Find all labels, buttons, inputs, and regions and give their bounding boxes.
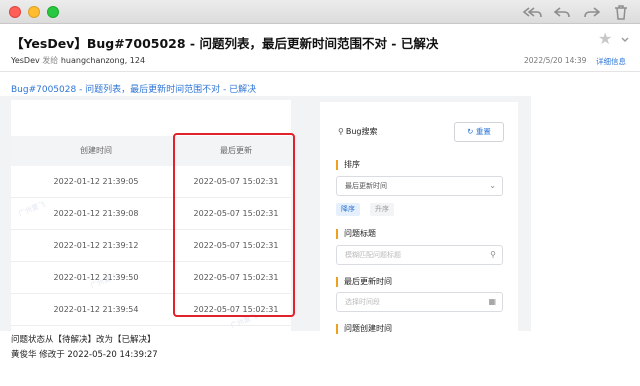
highlight-box	[173, 133, 295, 317]
created-time-label: 问题创建时间	[336, 324, 392, 334]
updated-time-placeholder: 选择时间段	[345, 298, 380, 306]
status-change-text: 问题状态从【待解决】改为【已解决】	[11, 335, 156, 345]
trash-icon[interactable]	[610, 3, 632, 21]
search-title: ⚲ Bug搜索	[338, 126, 378, 137]
reply-icon[interactable]	[551, 3, 573, 21]
sender-line: YesDev 发给 huangchanzong, 124	[11, 55, 145, 66]
sender-name[interactable]: YesDev	[11, 56, 40, 65]
cell-created: 2022-01-12 21:39:12	[11, 230, 181, 262]
sort-label: 排序	[336, 160, 360, 170]
details-link[interactable]: 详细信息	[596, 56, 626, 67]
reply-all-icon[interactable]	[521, 3, 543, 21]
reset-label: 重置	[475, 127, 491, 136]
bug-search-panel: ⚲ Bug搜索 ↻ 重置 排序 最后更新时间 ⌄ 降序 升序 问题标题 模糊匹配问…	[320, 102, 518, 334]
bug-link[interactable]: Bug#7005028 - 问题列表，最后更新时间范围不对 - 已解决	[11, 82, 256, 95]
close-window-button[interactable]	[9, 6, 21, 18]
cell-created: 2022-01-12 21:39:50	[11, 262, 181, 294]
calendar-icon: ▦	[488, 297, 496, 306]
order-asc-button[interactable]: 升序	[370, 203, 394, 216]
search-icon: ⚲	[338, 127, 344, 136]
issue-title-label: 问题标题	[336, 229, 376, 239]
divider	[0, 71, 640, 72]
cell-created: 2022-01-12 21:39:08	[11, 198, 181, 230]
issue-title-input[interactable]: 模糊匹配问题标题 ⚲	[336, 245, 503, 265]
window-titlebar	[0, 0, 640, 24]
sent-to-label: 发给	[42, 56, 59, 65]
forward-icon[interactable]	[581, 3, 603, 21]
sort-select[interactable]: 最后更新时间 ⌄	[336, 176, 503, 196]
modified-by-text: 黄俊华 修改于 2022-05-20 14:39:27	[11, 350, 158, 360]
updated-time-label: 最后更新时间	[336, 277, 392, 287]
updated-time-picker[interactable]: 选择时间段 ▦	[336, 292, 503, 312]
cell-created: 2022-01-12 21:39:05	[11, 166, 181, 198]
order-desc-button[interactable]: 降序	[336, 203, 360, 216]
minimize-window-button[interactable]	[28, 6, 40, 18]
chevron-down-icon[interactable]	[620, 30, 630, 49]
mail-date: 2022/5/20 14:39	[524, 56, 587, 65]
issue-title-placeholder: 模糊匹配问题标题	[345, 251, 401, 259]
chevron-down-icon: ⌄	[489, 181, 496, 190]
cell-created: 2022-01-12 21:39:54	[11, 294, 181, 326]
header-created-time: 创建时间	[11, 136, 181, 166]
zoom-window-button[interactable]	[47, 6, 59, 18]
star-icon[interactable]: ★	[598, 29, 612, 48]
reset-button[interactable]: ↻ 重置	[454, 122, 504, 142]
search-icon: ⚲	[490, 250, 496, 259]
search-title-text: Bug搜索	[345, 127, 378, 136]
mail-subject: 【YesDev】Bug#7005028 - 问题列表，最后更新时间范围不对 - …	[11, 36, 439, 51]
recipients[interactable]: huangchanzong, 124	[61, 56, 145, 65]
sort-select-value: 最后更新时间	[345, 182, 387, 190]
